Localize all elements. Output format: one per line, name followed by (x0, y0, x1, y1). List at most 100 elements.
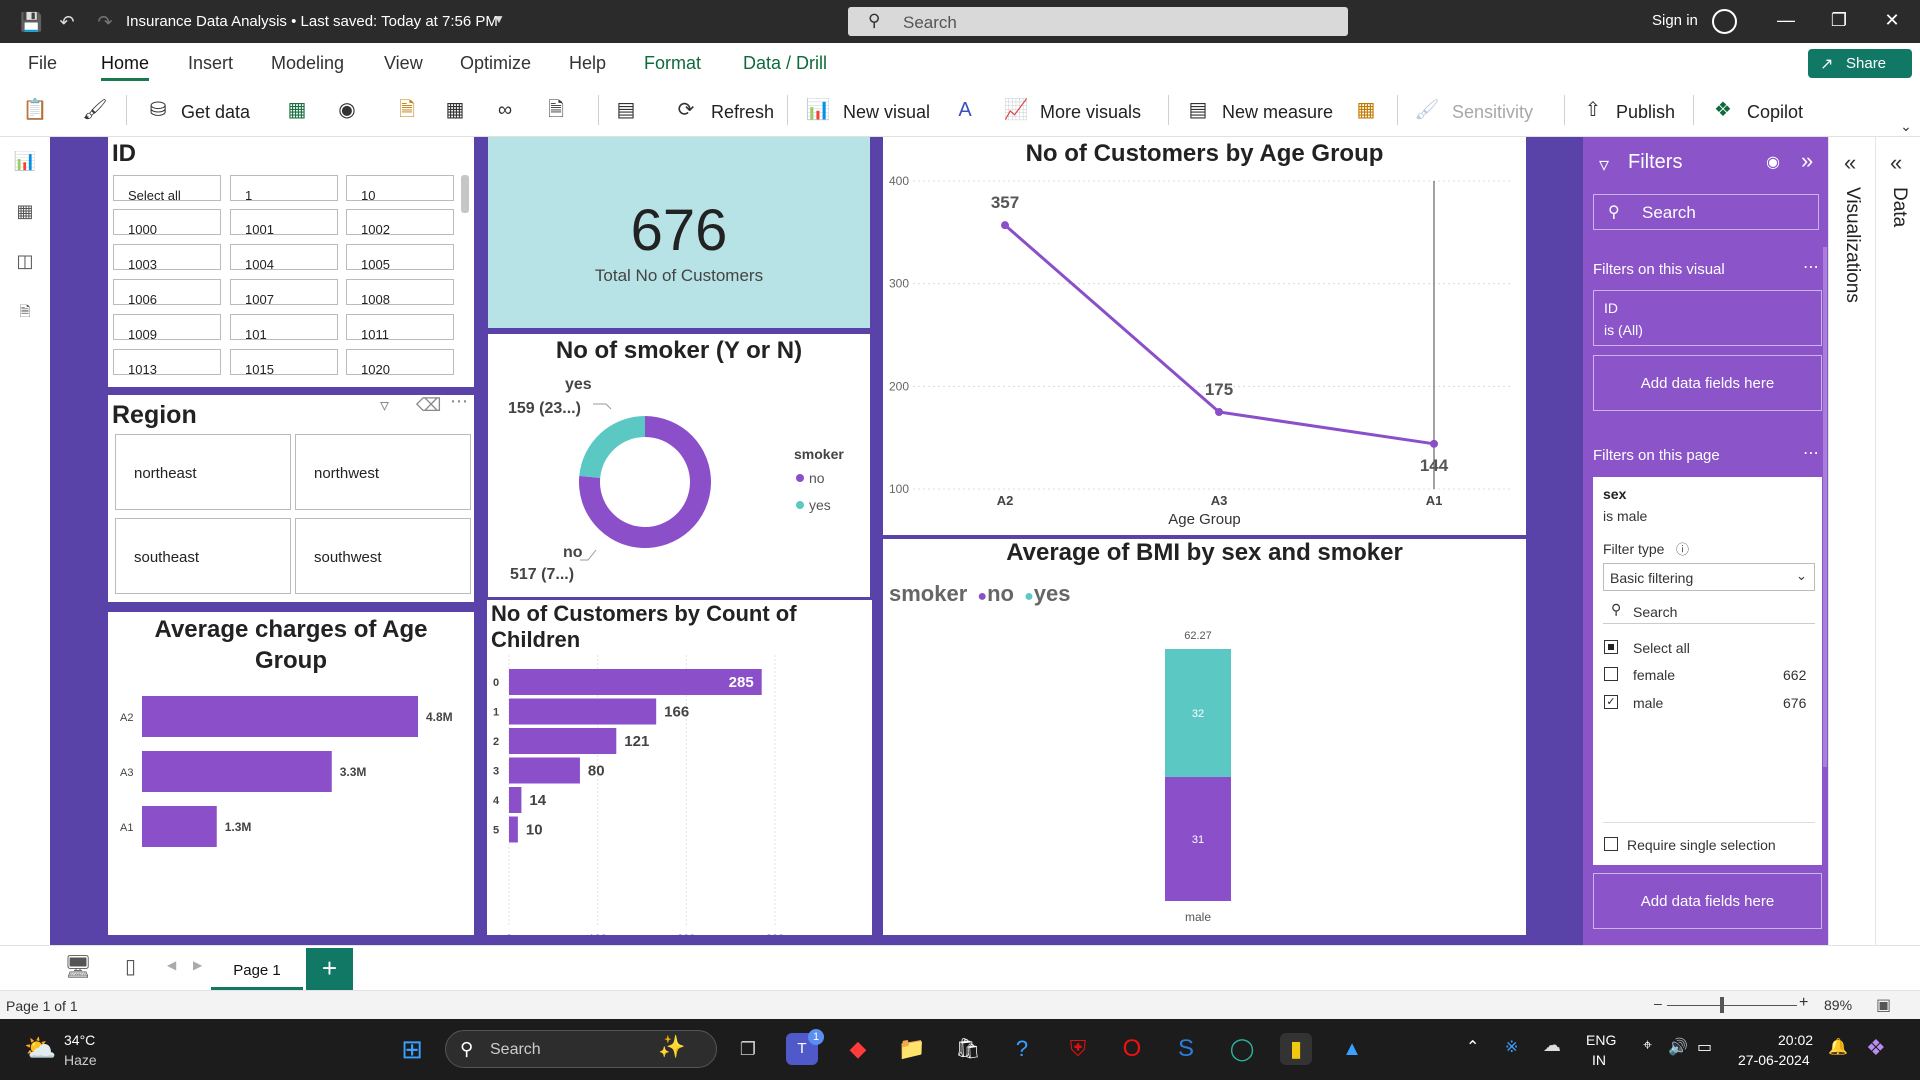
collapse-icon[interactable]: » (1801, 148, 1813, 174)
wifi-icon[interactable]: ⌖ (1643, 1037, 1652, 1055)
text-box-icon[interactable]: A (952, 97, 978, 123)
edge-icon[interactable]: ◯ (1226, 1033, 1258, 1065)
expand-icon[interactable]: « (1844, 150, 1856, 176)
enter-data-icon[interactable]: ▦ (442, 97, 468, 123)
opera-icon[interactable]: O (1116, 1033, 1148, 1065)
excel-icon[interactable]: ▦ (284, 97, 310, 123)
quick-measure-icon[interactable]: ▦ (1353, 97, 1379, 123)
bmi-stacked-chart[interactable]: Average of BMI by sex and smoker smoker … (883, 539, 1526, 935)
more-options-icon[interactable]: ⋯ (1803, 257, 1819, 277)
sign-in-link[interactable]: Sign in (1652, 12, 1698, 29)
chevron-down-icon[interactable]: ▼ (493, 12, 505, 26)
minimize-icon[interactable]: — (1771, 10, 1801, 31)
model-view-icon[interactable]: ◫ (12, 251, 38, 277)
tab-file[interactable]: File (28, 53, 57, 74)
charges-bar-chart[interactable]: Average charges of Age Group A2 4.8M A3 3.3… (108, 612, 474, 935)
id-slicer-item[interactable]: 1013 (113, 349, 221, 375)
new-visual-icon[interactable]: 📊 (805, 97, 831, 123)
filter-option-female[interactable]: female 662 (1603, 664, 1815, 686)
close-icon[interactable]: ✕ (1877, 10, 1907, 31)
desktop-layout-icon[interactable]: 🖥 (64, 954, 92, 980)
chevron-down-icon[interactable]: ⌄ (1893, 113, 1919, 139)
new-measure-button[interactable]: New measure (1222, 102, 1333, 123)
eraser-icon[interactable]: ⌫ (416, 395, 441, 416)
id-slicer-item[interactable]: 1015 (230, 349, 338, 375)
checkbox-checked[interactable]: ✓ (1604, 695, 1618, 709)
age-line-chart[interactable]: No of Customers by Age Group 100 200 300 40… (883, 137, 1526, 535)
id-slicer-item[interactable]: 1009 (113, 314, 221, 340)
clock-time[interactable]: 20:02 (1778, 1032, 1813, 1048)
battery-icon[interactable]: ▭ (1697, 1037, 1712, 1057)
tab-insert[interactable]: Insert (188, 53, 233, 74)
children-bar-chart[interactable]: No of Customers by Count of Children 010… (487, 600, 872, 935)
select-all-option[interactable]: Select all (1603, 637, 1815, 659)
store-icon[interactable]: 🛍 (952, 1033, 984, 1065)
region-code[interactable]: IN (1592, 1052, 1606, 1068)
start-icon[interactable]: ⊞ (396, 1033, 428, 1065)
document-title[interactable]: Insurance Data Analysis • Last saved: To… (126, 13, 498, 30)
id-slicer-item[interactable]: 1008 (346, 279, 454, 305)
get-data-button[interactable]: Get data (181, 102, 250, 123)
mcafee-icon[interactable]: ⛨ (1062, 1033, 1094, 1065)
weather-temp[interactable]: 34°C (64, 1032, 95, 1048)
legend-no[interactable]: no (809, 470, 825, 486)
id-slicer-item[interactable]: 1011 (346, 314, 454, 340)
checkbox[interactable] (1604, 837, 1618, 851)
expand-icon[interactable]: « (1890, 150, 1902, 176)
region-item[interactable]: northwest (295, 434, 471, 510)
format-painter-icon[interactable]: 🖌 (82, 97, 108, 123)
redo-icon[interactable]: ↷ (94, 11, 116, 33)
checkbox-partial[interactable] (1604, 640, 1618, 654)
tab-format[interactable]: Format (644, 53, 701, 74)
region-item[interactable]: southwest (295, 518, 471, 594)
id-slicer-item[interactable]: 101 (230, 314, 338, 340)
id-slicer-item[interactable]: 1005 (346, 244, 454, 270)
id-slicer[interactable]: ID Select all 1 10 1000 1001 1002 1003 1004 1005… (108, 137, 474, 387)
global-search[interactable]: ⚲ Search (848, 7, 1348, 36)
next-page-icon[interactable]: ▶ (193, 958, 202, 972)
filter-icon[interactable]: ▿ (380, 395, 389, 416)
chevron-up-icon[interactable]: ⌃ (1466, 1037, 1479, 1057)
cloud-icon[interactable]: ☁ (1543, 1035, 1561, 1056)
language-code[interactable]: ENG (1586, 1032, 1616, 1048)
visualizations-pane-collapsed[interactable]: « Visualizations (1828, 137, 1875, 945)
more-options-icon[interactable]: ⋯ (1803, 443, 1819, 463)
app-photos-icon[interactable]: ▲ (1336, 1033, 1368, 1065)
legend-yes[interactable]: yes (809, 497, 831, 513)
save-icon[interactable]: 💾 (20, 11, 42, 33)
taskbar-search[interactable]: ⚲ Search ✨ (445, 1030, 717, 1068)
zoom-slider-thumb[interactable] (1720, 997, 1724, 1013)
help-icon[interactable]: ? (1006, 1033, 1038, 1065)
checkbox[interactable] (1604, 667, 1618, 681)
refresh-icon[interactable]: ⟳ (673, 97, 699, 123)
zoom-level[interactable]: 89% (1824, 997, 1852, 1013)
region-item[interactable]: northeast (115, 434, 291, 510)
id-slicer-item[interactable]: 1001 (230, 209, 338, 235)
bluetooth-icon[interactable]: ※ (1505, 1037, 1518, 1057)
tab-help[interactable]: Help (569, 53, 606, 74)
volume-icon[interactable]: 🔊 (1668, 1037, 1688, 1057)
task-view-icon[interactable]: ❐ (732, 1033, 764, 1065)
id-filter-card[interactable]: ID is (All) (1593, 290, 1822, 346)
clock-date[interactable]: 27-06-2024 (1738, 1052, 1810, 1068)
zoom-slider[interactable] (1667, 1005, 1797, 1006)
onelake-icon[interactable]: ◉ (334, 97, 360, 123)
app-icon[interactable]: ◆ (842, 1033, 874, 1065)
more-options-icon[interactable]: ⋯ (450, 391, 468, 412)
copilot-taskbar-icon[interactable]: ❖ (1866, 1035, 1886, 1061)
mobile-layout-icon[interactable]: ▯ (125, 954, 136, 979)
more-visuals-icon[interactable]: 📈 (1003, 97, 1029, 123)
tab-data-drill[interactable]: Data / Drill (743, 53, 827, 74)
id-slicer-item[interactable]: 1003 (113, 244, 221, 270)
scrollbar[interactable] (1823, 247, 1827, 767)
add-page-button[interactable]: + (306, 948, 353, 990)
recent-sources-icon[interactable]: 🗎 (543, 97, 569, 123)
avatar-icon[interactable] (1712, 9, 1737, 34)
add-data-fields-page[interactable]: Add data fields here (1593, 873, 1822, 929)
tab-view[interactable]: View (384, 53, 423, 74)
share-button[interactable]: ↗ Share (1808, 49, 1912, 78)
filter-option-male[interactable]: ✓ male 676 (1603, 692, 1815, 714)
transform-data-icon[interactable]: ▤ (613, 97, 639, 123)
restore-icon[interactable]: ❐ (1824, 10, 1854, 31)
powerbi-icon[interactable]: ▮ (1280, 1033, 1312, 1065)
